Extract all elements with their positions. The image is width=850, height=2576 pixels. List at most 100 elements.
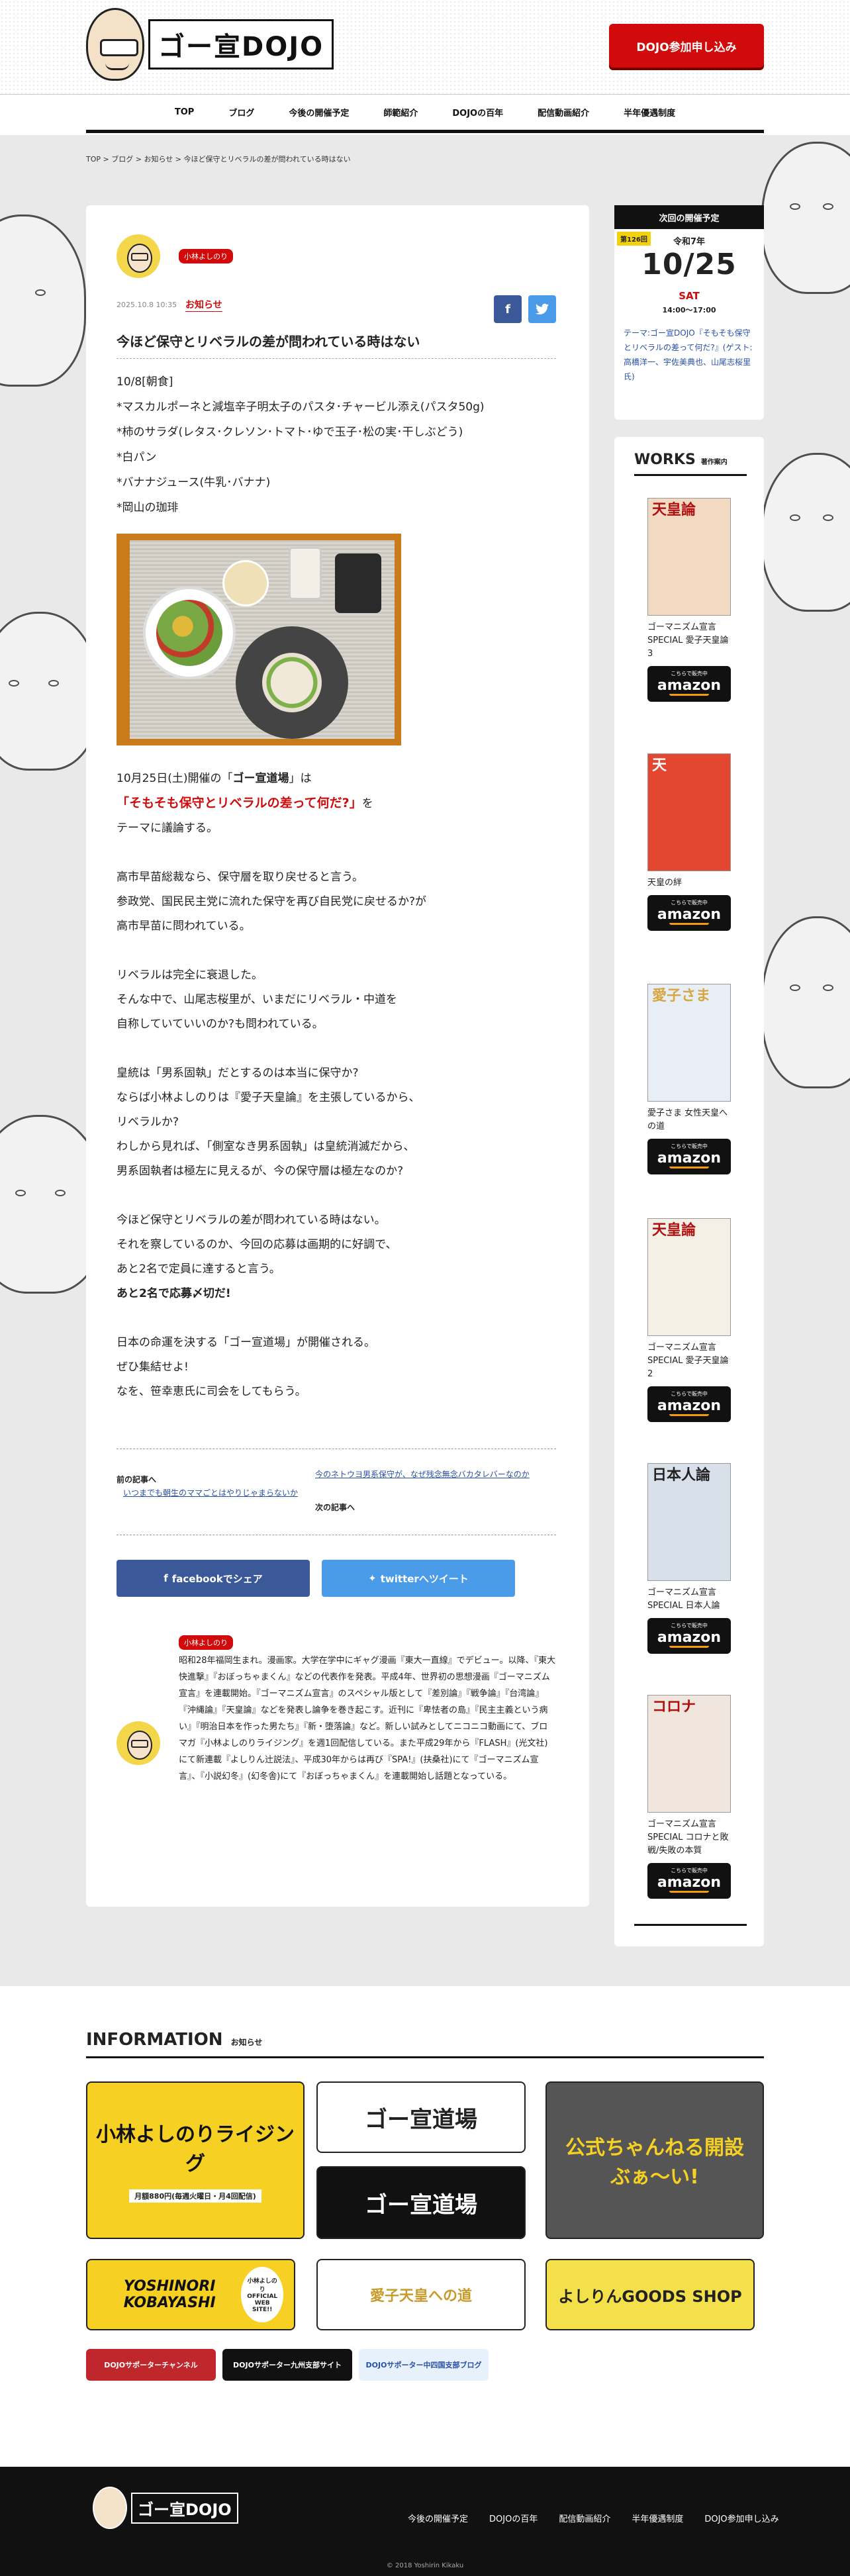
amazon-button[interactable]: こちらで販売中 amazon: [647, 1863, 731, 1899]
works-heading: WORKS 著作案内: [634, 452, 728, 468]
paragraph-line: 日本の命運を決する「ゴー宣道場」が開催される。: [117, 1336, 375, 1349]
niconico-dojo-banner[interactable]: ゴー宣道場: [316, 2081, 526, 2153]
footer-logo[interactable]: ゴー宣DOJO: [93, 2487, 238, 2529]
caricature-illustration: [0, 612, 99, 771]
amazon-button[interactable]: こちらで販売中 amazon: [647, 666, 731, 702]
paragraph-line: 皇統は「男系固執」だとするのは本当に保守か?: [117, 1067, 359, 1080]
breadcrumb-news[interactable]: お知らせ: [144, 155, 173, 164]
official-channel-banner[interactable]: 公式ちゃんねる開設ぶぁ〜い!: [545, 2081, 764, 2239]
nav-item-top[interactable]: TOP: [158, 107, 211, 117]
book-cover[interactable]: 天: [647, 753, 731, 871]
supporter-channel-link[interactable]: DOJOサポーターチャンネル: [86, 2349, 216, 2381]
book-title[interactable]: ゴーマニズム宣言SPECIAL 愛子天皇論2: [647, 1341, 731, 1381]
event-time: 14:00〜17:00: [662, 306, 716, 314]
author-tag[interactable]: 小林よしのり: [179, 249, 233, 263]
book-item: 愛子さま 愛子さま 女性天皇への道 こちらで販売中 amazon: [647, 984, 731, 1174]
official-site-banner[interactable]: YOSHINORI KOBAYASHI 小林よしのりOFFICIAL WEB S…: [86, 2259, 295, 2330]
author-avatar: [117, 1721, 160, 1765]
author-tag[interactable]: 小林よしのり: [179, 1635, 233, 1650]
breadcrumb-separator: >: [175, 155, 181, 164]
author-avatar: [117, 234, 160, 278]
youtube-dojo-banner[interactable]: ゴー宣道場: [316, 2166, 526, 2239]
book-item: 天皇論 ゴーマニズム宣言SPECIAL 愛子天皇論3 こちらで販売中 amazon: [647, 498, 731, 702]
facebook-icon: f: [164, 1572, 168, 1584]
paragraph-line: そんな中で、山尾志桜里が、いまだにリベラル・中道を: [117, 993, 397, 1006]
book-cover[interactable]: 日本人論: [647, 1463, 731, 1581]
book-item: 天皇論 ゴーマニズム宣言SPECIAL 愛子天皇論2 こちらで販売中 amazon: [647, 1218, 731, 1422]
chushikoku-supporter-link[interactable]: DOJOサポーター中四国支部ブログ: [359, 2349, 489, 2381]
paragraph-line: ならば小林よしのりは『愛子天皇論』を主張しているから、: [117, 1091, 420, 1104]
caricature-illustration: [761, 142, 850, 294]
footer-nav-join[interactable]: DOJO参加申し込み: [704, 2512, 779, 2524]
book-cover[interactable]: 天皇論: [647, 1218, 731, 1336]
footer-nav-history[interactable]: DOJOの百年: [489, 2512, 538, 2524]
amazon-button[interactable]: こちらで販売中 amazon: [647, 895, 731, 931]
book-cover[interactable]: 天皇論: [647, 498, 731, 616]
join-dojo-button[interactable]: DOJO参加申し込み: [609, 24, 764, 68]
kyushu-supporter-link[interactable]: DOJOサポーター九州支部サイト: [222, 2349, 352, 2381]
paragraph-line: 「そもそも保守とリベラルの差って何だ?」を: [117, 796, 373, 810]
nav-item-videos[interactable]: 配信動画紹介: [520, 106, 606, 119]
book-cover[interactable]: コロナ: [647, 1695, 731, 1813]
nav-item-blog[interactable]: ブログ: [211, 106, 271, 119]
rising-banner[interactable]: 小林よしのりライジング 月額880円(毎週火曜日・月4回配信): [86, 2081, 305, 2239]
next-event-heading: 次回の開催予定: [614, 205, 764, 229]
event-date: 10/25: [641, 248, 737, 281]
facebook-share-button[interactable]: f facebookでシェア: [117, 1560, 310, 1597]
book-title[interactable]: ゴーマニズム宣言SPECIAL コロナと敗戦/失敗の本質: [647, 1818, 731, 1858]
breadcrumb-current: 今ほど保守とリベラルの差が問われている時はない: [183, 155, 351, 164]
footer-nav-priority[interactable]: 半年優遇制度: [632, 2512, 683, 2524]
paragraph-line: 男系固執者は極左に見えるが、今の保守層は極左なのか?: [117, 1165, 404, 1178]
breakfast-line: *岡山の珈琲: [117, 501, 179, 514]
facebook-share-icon[interactable]: f: [494, 295, 522, 323]
breadcrumb-top[interactable]: TOP: [86, 155, 101, 164]
breadcrumb-separator: >: [103, 155, 109, 164]
amazon-button[interactable]: こちらで販売中 amazon: [647, 1139, 731, 1174]
book-title[interactable]: 天皇の絆: [647, 877, 731, 890]
goods-shop-banner[interactable]: よしりんGOODS SHOP: [545, 2259, 755, 2330]
twitter-share-button[interactable]: ✦ twitterへツイート: [322, 1560, 515, 1597]
site-footer: ゴー宣DOJO 今後の開催予定 DOJOの百年 配信動画紹介 半年優遇制度 DO…: [0, 2467, 850, 2576]
next-post-link[interactable]: 今のネトウヨ男系保守が、なぜ残念無念バカタレバーなのか: [315, 1468, 553, 1480]
breakfast-line: *白パン: [117, 451, 157, 464]
next-event-box[interactable]: 次回の開催予定 第126回 令和7年 10/25 SAT 14:00〜17:00…: [614, 205, 764, 420]
footer-nav-videos[interactable]: 配信動画紹介: [559, 2512, 610, 2524]
paragraph-line: 参政党、国民民主党に流れた保守を再び自民党に戻せるか?が: [117, 895, 427, 908]
amazon-button[interactable]: こちらで販売中 amazon: [647, 1618, 731, 1654]
book-title[interactable]: ゴーマニズム宣言SPECIAL 愛子天皇論3: [647, 621, 731, 661]
caricature-illustration: [761, 916, 850, 1088]
event-theme-highlight: 「そもそも保守とリベラルの差って何だ?」: [117, 796, 362, 810]
event-theme[interactable]: テーマ:ゴー宣DOJO『そもそも保守とリベラルの差って何だ?』(ゲスト:高橋洋一…: [624, 326, 756, 384]
nav-item-schedule[interactable]: 今後の開催予定: [271, 106, 366, 119]
post-category[interactable]: お知らせ: [185, 298, 222, 312]
nav-item-history[interactable]: DOJOの百年: [435, 106, 520, 119]
prev-post-link[interactable]: いつまでも朝生のママごとはやりじゃまらないか: [123, 1487, 308, 1499]
article-body: 10月25日(土)開催の「ゴー宣道場」は 「そもそも保守とリベラルの差って何だ?…: [117, 767, 556, 1404]
paragraph-line: 高市早苗に問われている。: [117, 920, 251, 933]
site-header: ゴー宣DOJO DOJO参加申し込み: [0, 0, 850, 94]
paragraph-line: テーマに議論する。: [117, 822, 218, 835]
amazon-button[interactable]: こちらで販売中 amazon: [647, 1386, 731, 1422]
book-cover[interactable]: 愛子さま: [647, 984, 731, 1102]
breakfast-photo: [117, 534, 401, 745]
aiko-banner[interactable]: 愛子天皇への道: [316, 2259, 526, 2330]
twitter-icon: ✦: [368, 1572, 377, 1584]
logo-text: ゴー宣DOJO: [148, 19, 334, 70]
book-title[interactable]: 愛子さま 女性天皇への道: [647, 1107, 731, 1133]
footer-nav: 今後の開催予定 DOJOの百年 配信動画紹介 半年優遇制度 DOJO参加申し込み: [408, 2512, 800, 2524]
footer-nav-schedule[interactable]: 今後の開催予定: [408, 2512, 468, 2524]
paragraph-line: 自称していていいのか?も問われている。: [117, 1018, 324, 1031]
paragraph-line: なを、笹幸恵氏に司会をしてもらう。: [117, 1385, 307, 1398]
breakfast-list: 10/8[朝食] *マスカルポーネと減塩辛子明太子のパスタ･チャービル添え(パス…: [117, 369, 556, 520]
site-logo[interactable]: ゴー宣DOJO: [86, 8, 334, 81]
twitter-share-icon[interactable]: [528, 295, 556, 323]
nav-item-priority[interactable]: 半年優遇制度: [606, 106, 692, 119]
paragraph-line: リベラルか?: [117, 1116, 179, 1129]
breakfast-line: *マスカルポーネと減塩辛子明太子のパスタ･チャービル添え(パスタ50g): [117, 401, 485, 414]
book-title[interactable]: ゴーマニズム宣言SPECIAL 日本人論: [647, 1586, 731, 1613]
nav-item-masters[interactable]: 師範紹介: [366, 106, 435, 119]
breadcrumb-blog[interactable]: ブログ: [111, 155, 133, 164]
footer-logo-text: ゴー宣DOJO: [131, 2492, 238, 2524]
breakfast-line: *柿のサラダ(レタス･クレソン･トマト･ゆで玉子･松の実･干しぶどう): [117, 426, 463, 439]
author-bio: 昭和28年福岡生まれ。漫画家。大学在学中にギャグ漫画『東大一直線』でデビュー。以…: [179, 1656, 556, 1782]
